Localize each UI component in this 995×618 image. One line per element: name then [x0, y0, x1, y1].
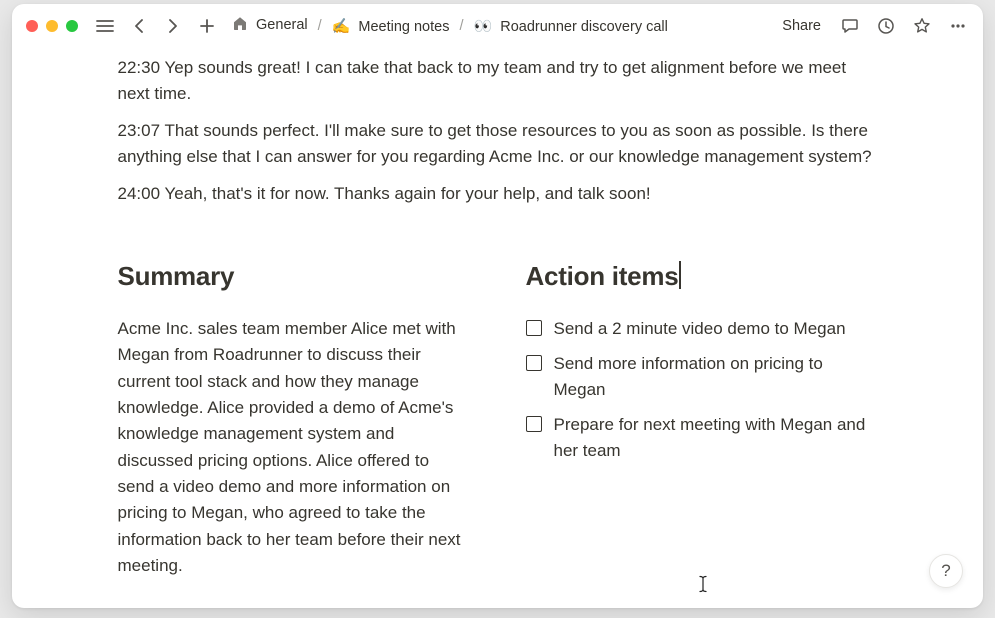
transcript-line[interactable]: 23:07 That sounds perfect. I'll make sur… [118, 118, 878, 171]
action-items-column: Action items Send a 2 minute video demo … [526, 261, 878, 579]
breadcrumb-item-current-page[interactable]: 👀 Roadrunner discovery call [470, 15, 672, 37]
nav-back-icon[interactable] [126, 13, 152, 39]
todo-label[interactable]: Prepare for next meeting with Megan and … [554, 412, 878, 463]
breadcrumb-sep: / [458, 18, 464, 34]
share-button[interactable]: Share [776, 16, 827, 36]
updates-icon[interactable] [873, 13, 899, 39]
new-page-icon[interactable] [194, 13, 220, 39]
checkbox[interactable] [526, 355, 542, 371]
topbar: General / ✍️ Meeting notes / 👀 Roadrunne… [12, 4, 983, 47]
text-cursor-icon [698, 575, 708, 593]
writing-hand-icon: ✍️ [332, 18, 351, 35]
breadcrumb-item-general[interactable]: General [228, 14, 312, 37]
more-icon[interactable] [945, 13, 971, 39]
todo-label[interactable]: Send a 2 minute video demo to Megan [554, 316, 846, 342]
breadcrumb-item-meeting-notes[interactable]: ✍️ Meeting notes [328, 15, 454, 37]
breadcrumb-label: General [256, 17, 308, 33]
todo-item[interactable]: Prepare for next meeting with Megan and … [526, 412, 878, 463]
columns: Summary Acme Inc. sales team member Alic… [118, 261, 878, 579]
transcript-line[interactable]: 22:30 Yep sounds great! I can take that … [118, 55, 878, 108]
checkbox[interactable] [526, 320, 542, 336]
home-icon [232, 16, 248, 35]
transcript-line[interactable]: 24:00 Yeah, that's it for now. Thanks ag… [118, 181, 878, 207]
todo-item[interactable]: Send more information on pricing to Mega… [526, 351, 878, 402]
summary-text[interactable]: Acme Inc. sales team member Alice met wi… [118, 316, 470, 579]
todo-list: Send a 2 minute video demo to Megan Send… [526, 316, 878, 464]
favorite-icon[interactable] [909, 13, 935, 39]
breadcrumb: General / ✍️ Meeting notes / 👀 Roadrunne… [228, 14, 768, 37]
window-controls [26, 20, 78, 32]
action-items-heading[interactable]: Action items [526, 261, 878, 292]
todo-item[interactable]: Send a 2 minute video demo to Megan [526, 316, 878, 342]
topbar-right-tools: Share [776, 13, 971, 39]
help-button[interactable]: ? [929, 554, 963, 588]
todo-label[interactable]: Send more information on pricing to Mega… [554, 351, 878, 402]
comments-icon[interactable] [837, 13, 863, 39]
window-minimize-dot[interactable] [46, 20, 58, 32]
eyes-icon: 👀 [474, 18, 493, 35]
summary-column: Summary Acme Inc. sales team member Alic… [118, 261, 470, 579]
window-close-dot[interactable] [26, 20, 38, 32]
summary-heading[interactable]: Summary [118, 261, 470, 292]
breadcrumb-label: Roadrunner discovery call [500, 19, 668, 35]
sidebar-toggle-icon[interactable] [92, 13, 118, 39]
checkbox[interactable] [526, 416, 542, 432]
window-zoom-dot[interactable] [66, 20, 78, 32]
breadcrumb-label: Meeting notes [358, 19, 449, 35]
app-window: General / ✍️ Meeting notes / 👀 Roadrunne… [12, 4, 983, 608]
breadcrumb-sep: / [317, 18, 323, 34]
page-content[interactable]: 22:30 Yep sounds great! I can take that … [118, 55, 878, 608]
nav-forward-icon[interactable] [160, 13, 186, 39]
page-body: 22:30 Yep sounds great! I can take that … [12, 47, 983, 608]
